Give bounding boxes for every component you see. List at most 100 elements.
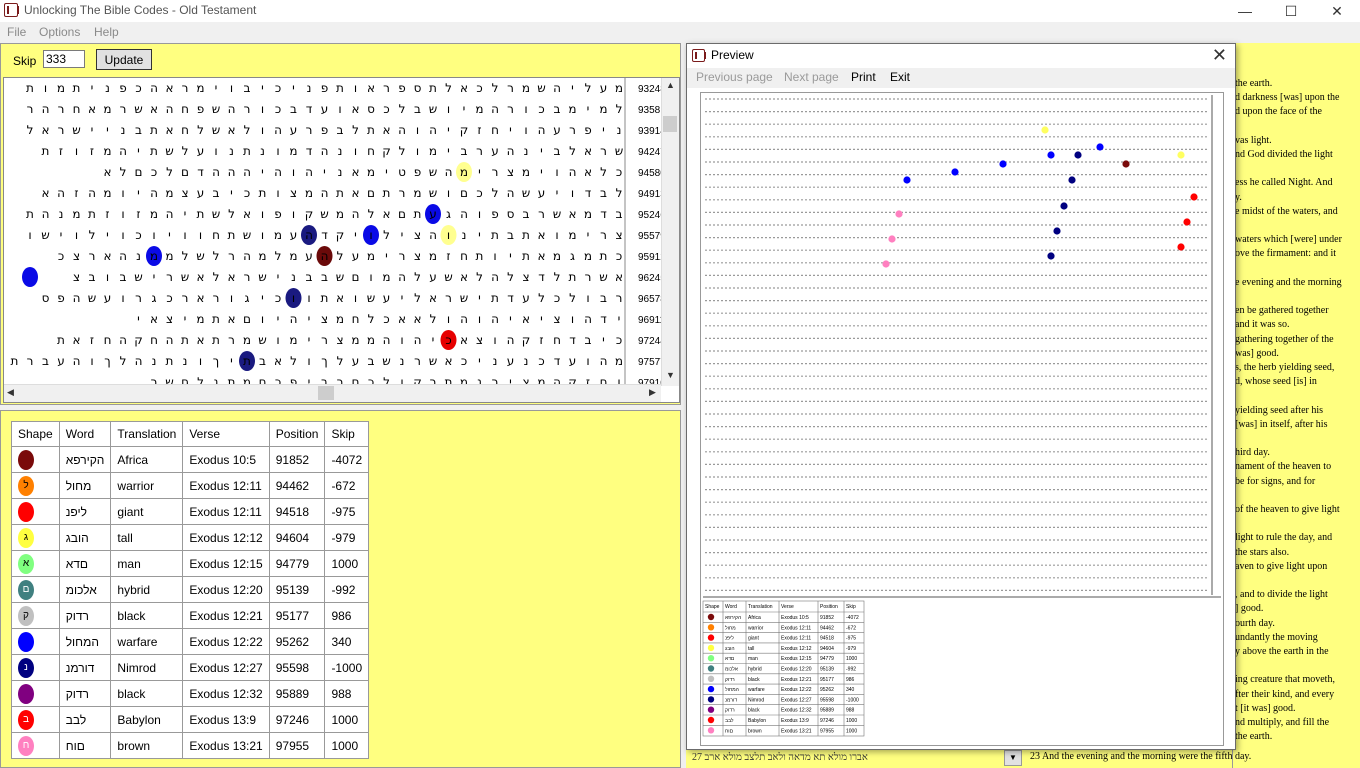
grid-letter: ח: [553, 333, 561, 347]
grid-letter: ת: [197, 207, 205, 221]
next-page-button[interactable]: Next page: [784, 70, 839, 84]
grid-letter: צ: [476, 333, 483, 347]
grid-letter: ז: [59, 144, 63, 158]
scroll-right-icon[interactable]: ▶: [649, 387, 656, 398]
grid-letter: ת: [166, 354, 174, 368]
grid-horizontal-scrollbar[interactable]: ◀ ▶: [4, 384, 661, 402]
grid-vertical-scrollbar[interactable]: ▲ ▼: [661, 78, 679, 386]
grid-letter: י: [602, 123, 605, 137]
grid-letter: ו: [524, 102, 527, 116]
grid-letter: מ: [367, 165, 375, 179]
skip-cell: 1000: [324, 732, 370, 759]
verse-line: undantly the moving: [1235, 631, 1318, 643]
verse-line: ove the firmament: and it: [1235, 248, 1337, 260]
grid-letter: י: [91, 123, 94, 137]
grid-letter: ת: [243, 354, 251, 368]
scroll-down-icon[interactable]: ▼: [666, 370, 675, 380]
grid-letter: כ: [135, 81, 141, 95]
grid-letter: ה: [429, 123, 437, 137]
menu-help[interactable]: Help: [94, 25, 119, 39]
grid-letter: ה: [119, 249, 127, 263]
menu-file[interactable]: File: [7, 25, 26, 39]
preview-page: Shape Word Translation Verse Position Skip הקי…: [700, 92, 1224, 746]
grid-letter: ה: [150, 81, 158, 95]
grid-letter: י: [478, 165, 481, 179]
horizontal-scroll-thumb[interactable]: [318, 386, 334, 400]
grid-panel: Skip Update מעליהשמרלכאלתספראותפניכיבוימ…: [0, 43, 681, 405]
grid-letter: ת: [367, 123, 375, 137]
print-button[interactable]: Print: [851, 70, 876, 84]
grid-letter: ש: [460, 291, 469, 305]
update-button[interactable]: Update: [96, 49, 152, 70]
grid-letter: ע: [538, 186, 546, 200]
translation-cell: warrior: [110, 472, 184, 499]
grid-letter: ו: [555, 165, 558, 179]
close-button[interactable]: ✕: [1314, 0, 1360, 22]
thumbnail-cell: hybrid: [748, 667, 762, 673]
verse-line: vas light.: [1235, 134, 1272, 146]
grid-letter: א: [351, 102, 359, 116]
grid-letter: ע: [305, 249, 313, 263]
thumbnail-cell: Exodus 12:20: [781, 667, 812, 673]
grid-letter: ל: [414, 270, 421, 284]
grid-letter: ט: [398, 165, 406, 179]
verse-line: waters which [were] under: [1235, 234, 1342, 246]
preview-close-icon[interactable]: ✕: [1212, 45, 1227, 66]
grid-letter: ש: [444, 270, 453, 284]
thumbnail-header: Shape: [705, 604, 720, 610]
grid-letter: נ: [152, 354, 157, 368]
shape-cell: [11, 628, 60, 655]
thumbnail-cell: -992: [846, 667, 856, 673]
grid-letter: י: [447, 123, 450, 137]
chevron-down-icon[interactable]: ▼: [1004, 750, 1022, 766]
grid-letter: א: [243, 207, 251, 221]
verse-line: the earth.: [1235, 78, 1273, 89]
grid-letter: ז: [477, 123, 481, 137]
position-cell: 95139: [268, 576, 326, 603]
scroll-left-icon[interactable]: ◀: [7, 387, 14, 398]
minimize-button[interactable]: —: [1222, 0, 1268, 22]
grid-letter: א: [382, 123, 390, 137]
grid-letter: ל: [383, 228, 390, 242]
translation-cell: black: [110, 602, 184, 629]
grid-letter: ל: [182, 249, 189, 263]
header-position: Position: [268, 421, 326, 447]
skip-input[interactable]: [43, 50, 85, 68]
grid-letter: ע: [197, 144, 205, 158]
grid-letter: ה: [243, 165, 251, 179]
grid-letter: כ: [538, 354, 544, 368]
grid-letter: ה: [321, 186, 329, 200]
grid-letter: י: [261, 291, 264, 305]
menu-options[interactable]: Options: [39, 25, 80, 39]
thumbnail-cell: black: [748, 708, 760, 714]
grid-letter: ב: [414, 102, 421, 116]
grid-letter: ת: [26, 207, 34, 221]
maximize-button[interactable]: ☐: [1268, 0, 1314, 22]
vertical-scroll-thumb[interactable]: [663, 116, 677, 132]
grid-letter: ב: [42, 354, 49, 368]
grid-letter: ז: [105, 207, 109, 221]
grid-letter: י: [308, 333, 311, 347]
grid-letter: ח: [181, 123, 189, 137]
grid-letter: ת: [569, 270, 577, 284]
grid-letter: ח: [460, 249, 468, 263]
previous-page-button[interactable]: Previous page: [696, 70, 773, 84]
verse-line: light to rule the day, and: [1235, 532, 1333, 544]
scroll-up-icon[interactable]: ▲: [666, 80, 675, 90]
grid-letter: י: [432, 333, 435, 347]
grid-letter: י: [401, 228, 404, 242]
grid-letter: מ: [103, 144, 111, 158]
verse-line: e midst of the waters, and: [1235, 205, 1338, 217]
grid-letter: א: [72, 333, 80, 347]
skip-label: Skip: [13, 54, 37, 68]
thumbnail-cell: הקירפא: [725, 615, 741, 621]
grid-letter: ש: [429, 354, 438, 368]
thumbnail-shape: [707, 634, 715, 641]
grid-letter: ר: [135, 291, 142, 305]
exit-button[interactable]: Exit: [890, 70, 910, 84]
preview-toolbar: Previous page Next page Print Exit: [687, 68, 1235, 88]
thumbnail-cell: Exodus 13:9: [781, 718, 809, 724]
thumbnail-cell: המחול: [725, 686, 739, 693]
grid-letter: ר: [228, 333, 235, 347]
grid-letter: ב: [368, 354, 375, 368]
